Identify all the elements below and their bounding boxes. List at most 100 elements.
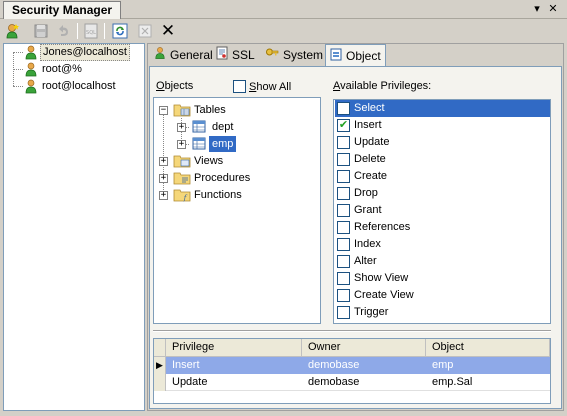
privilege-checkbox[interactable]: [337, 170, 350, 183]
tree-node-label: Functions: [194, 189, 242, 201]
disabled-icon[interactable]: [136, 22, 154, 40]
column-header-owner[interactable]: Owner: [302, 339, 426, 357]
privilege-checkbox[interactable]: [337, 255, 350, 268]
tab-label: SSL: [232, 48, 255, 62]
cell-object[interactable]: emp: [426, 357, 453, 374]
privilege-checkbox[interactable]: [337, 306, 350, 319]
panel-splitter[interactable]: [153, 330, 551, 332]
privilege-label: Drop: [354, 187, 378, 199]
tab-general[interactable]: General: [150, 44, 217, 66]
cell-owner[interactable]: demobase: [302, 374, 359, 391]
privilege-item[interactable]: Drop: [335, 185, 550, 202]
user-icon: [24, 79, 38, 100]
privilege-item[interactable]: Alter: [335, 253, 550, 270]
cell-privilege[interactable]: Insert: [166, 357, 200, 374]
privilege-item[interactable]: Grant: [335, 202, 550, 219]
privilege-checkbox[interactable]: [337, 102, 350, 115]
privilege-item[interactable]: Create: [335, 168, 550, 185]
pin-dropdown-icon[interactable]: ▾: [530, 2, 544, 16]
privilege-label: Update: [354, 136, 390, 148]
privilege-checkbox[interactable]: [337, 136, 350, 149]
security-manager-window: Security Manager ▾ ✕ SQL ✕ Jones@localho…: [0, 0, 567, 416]
tree-node-label: Procedures: [194, 172, 251, 184]
user-label: root@localhost: [42, 80, 116, 92]
row-header-corner: [154, 339, 166, 357]
expand-toggle[interactable]: +: [159, 191, 168, 200]
table-row[interactable]: ▶ Insert demobase emp: [154, 357, 550, 374]
tab-object[interactable]: Object: [325, 44, 386, 67]
table-row[interactable]: Update demobase emp.Sal: [154, 374, 550, 391]
cell-owner[interactable]: demobase: [302, 357, 359, 374]
privilege-checkbox[interactable]: [337, 221, 350, 234]
tab-label: Object: [346, 49, 381, 63]
objects-tree[interactable]: − Tables + dept + emp + Views + Procedur…: [153, 97, 321, 324]
expand-toggle[interactable]: +: [177, 123, 186, 132]
privilege-label: Alter: [354, 255, 377, 267]
privilege-item[interactable]: Index: [335, 236, 550, 253]
privilege-checkbox[interactable]: ✔: [337, 119, 350, 132]
privilege-item[interactable]: Update: [335, 134, 550, 151]
folder-icon: f: [173, 187, 191, 207]
tree-node-tables[interactable]: − Tables: [154, 102, 314, 118]
tree-node-procedures[interactable]: + Procedures: [154, 170, 314, 186]
tab-label: General: [170, 48, 213, 62]
privilege-item[interactable]: References: [335, 219, 550, 236]
privilege-label: References: [354, 221, 411, 233]
show-all-label: Show All: [249, 81, 292, 93]
users-tree[interactable]: Jones@localhost root@% root@localhost: [3, 43, 145, 411]
collapse-toggle[interactable]: −: [159, 106, 168, 115]
save-icon[interactable]: [32, 22, 50, 40]
tab-ssl[interactable]: SSL: [212, 44, 259, 66]
cell-privilege[interactable]: Update: [166, 374, 207, 391]
row-indicator-icon: [154, 374, 166, 391]
delete-icon[interactable]: ✕: [159, 22, 177, 40]
key-icon: [265, 45, 279, 67]
tree-node-label: dept: [212, 121, 234, 133]
privilege-item[interactable]: ✔ Insert: [335, 117, 550, 134]
tab-label: System: [283, 48, 324, 62]
privilege-item[interactable]: Delete: [335, 151, 550, 168]
privilege-checkbox[interactable]: [337, 272, 350, 285]
privilege-checkbox[interactable]: [337, 187, 350, 200]
close-icon[interactable]: ✕: [546, 2, 560, 16]
tab-system[interactable]: System: [261, 44, 327, 66]
tree-node-dept[interactable]: + dept: [154, 119, 314, 135]
svg-text:SQL: SQL: [86, 30, 96, 36]
expand-toggle[interactable]: +: [177, 140, 186, 149]
column-header-privilege[interactable]: Privilege: [166, 339, 302, 357]
privilege-item[interactable]: Show View: [335, 270, 550, 287]
tree-node-emp[interactable]: + emp: [154, 136, 314, 152]
granted-privileges-grid[interactable]: Privilege Owner Object ▶ Insert demobase…: [153, 338, 551, 404]
privilege-label: Index: [354, 238, 381, 250]
privilege-label: Create: [354, 170, 388, 182]
privilege-label: Delete: [354, 153, 386, 165]
user-icon: [154, 45, 166, 67]
privileges-list[interactable]: Select ✔ Insert Update Delete Create Dro…: [333, 99, 551, 324]
tree-line: [13, 52, 23, 53]
tree-node-views[interactable]: + Views: [154, 153, 314, 169]
refresh-icon[interactable]: [111, 22, 129, 40]
privilege-label: Insert: [354, 119, 382, 131]
privilege-item[interactable]: Select: [335, 100, 550, 117]
tree-node-functions[interactable]: + f Functions: [154, 187, 314, 203]
certificate-icon: [216, 45, 228, 67]
cell-object[interactable]: emp.Sal: [426, 374, 472, 391]
add-user-icon[interactable]: [4, 22, 22, 40]
privilege-label: Create View: [354, 289, 414, 301]
available-privileges-label: Available Privileges:: [333, 80, 432, 92]
privilege-item[interactable]: Create View: [335, 287, 550, 304]
expand-toggle[interactable]: +: [159, 157, 168, 166]
privilege-checkbox[interactable]: [337, 238, 350, 251]
show-all-checkbox[interactable]: [233, 80, 246, 93]
tree-node-label: Tables: [194, 104, 226, 116]
privilege-label: Trigger: [354, 306, 389, 318]
expand-toggle[interactable]: +: [159, 174, 168, 183]
privilege-checkbox[interactable]: [337, 289, 350, 302]
privilege-checkbox[interactable]: [337, 153, 350, 166]
privilege-checkbox[interactable]: [337, 204, 350, 217]
column-header-object[interactable]: Object: [426, 339, 550, 357]
sql-icon[interactable]: SQL: [82, 22, 100, 40]
privilege-item[interactable]: Trigger: [335, 304, 550, 321]
tree-node-label: emp: [209, 136, 237, 152]
undo-icon[interactable]: [54, 22, 72, 40]
